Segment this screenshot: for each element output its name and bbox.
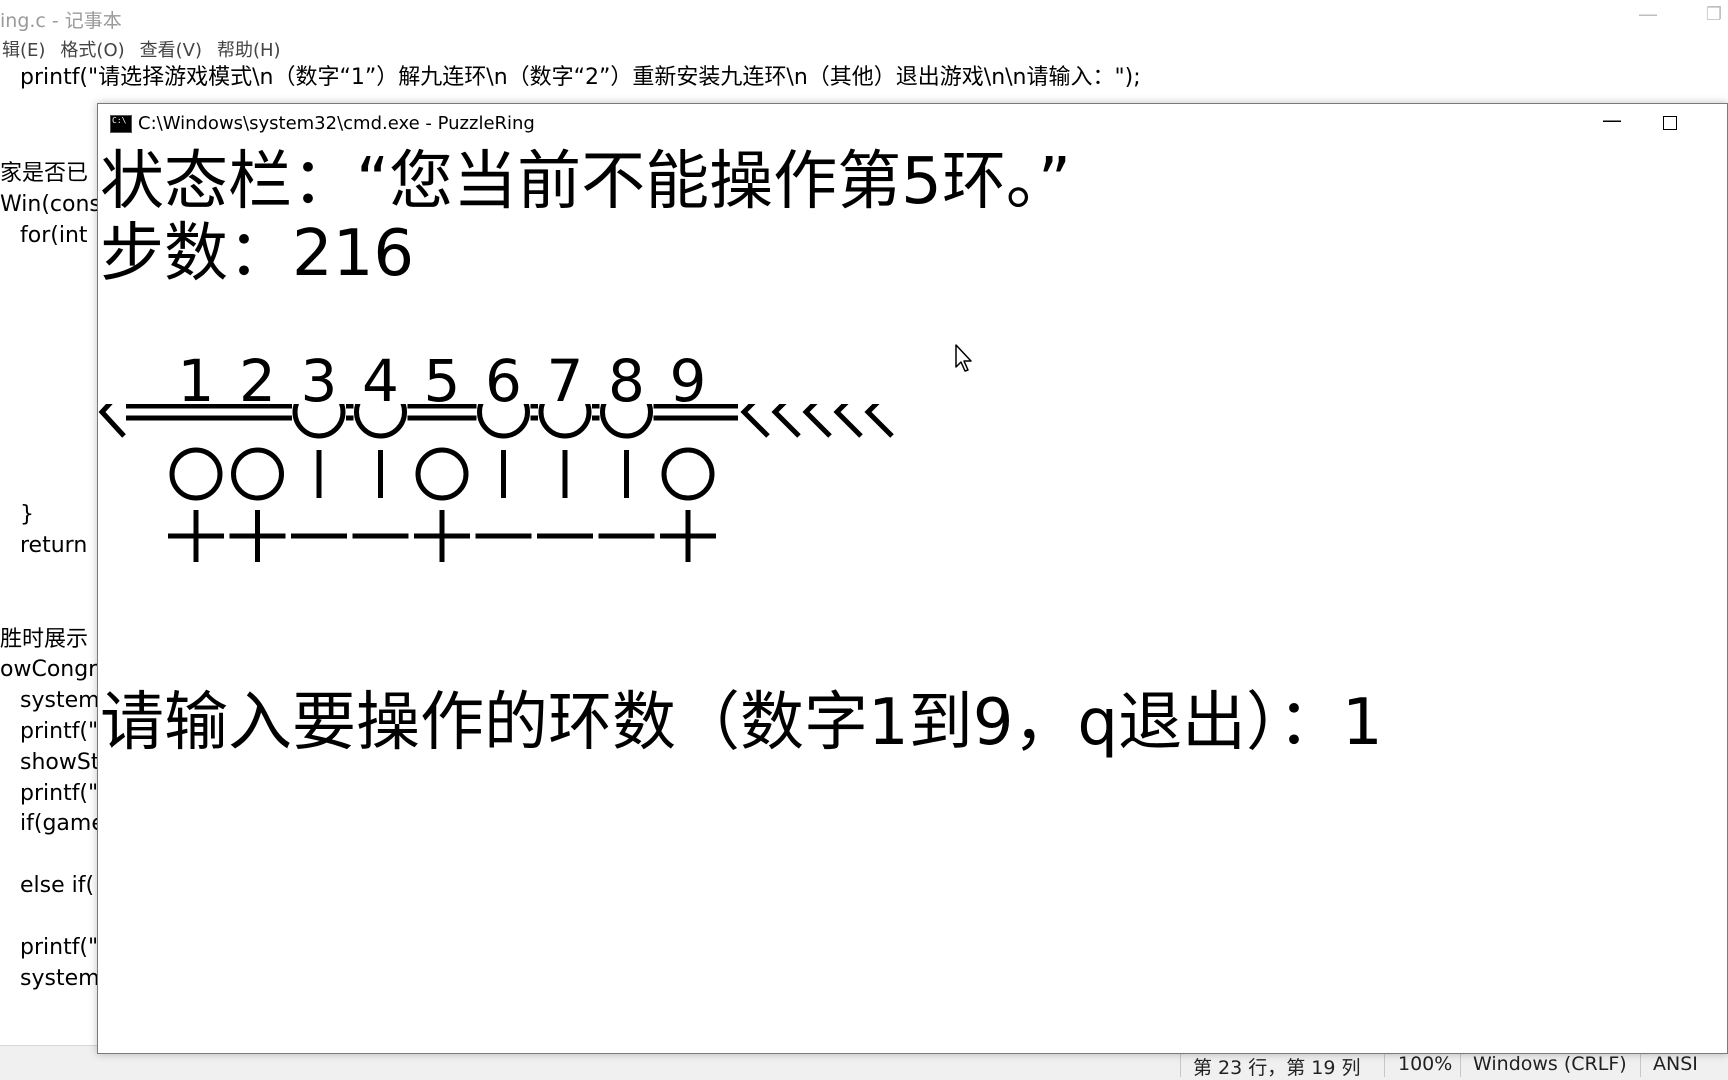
code-line: if(game xyxy=(20,811,105,836)
code-line: printf(" xyxy=(20,719,99,744)
code-line: 胜时展示 xyxy=(0,627,89,652)
ring-off-bar xyxy=(169,447,223,501)
code-line: system xyxy=(20,688,100,713)
line-ending: Windows (CRLF) xyxy=(1473,1053,1627,1075)
left-chevron-icon xyxy=(98,404,126,438)
menu-format[interactable]: 格式(O) xyxy=(60,36,124,62)
ring-on-bar xyxy=(538,404,592,439)
cmd-title: C:\Windows\system32\cmd.exe - PuzzleRing xyxy=(138,113,535,134)
statusbar-divider xyxy=(1384,1050,1385,1077)
cursor-position: 第 23 行，第 19 列 xyxy=(1193,1057,1361,1079)
statusbar-divider xyxy=(1460,1050,1461,1077)
encoding: ANSI xyxy=(1653,1053,1698,1075)
ring-off-bar xyxy=(661,447,715,501)
input-prompt[interactable]: 请输入要操作的环数（数字1到9，q退出）：1 xyxy=(100,685,1383,761)
code-line: 家是否已 xyxy=(0,161,89,186)
left-chevrons-icon xyxy=(833,404,863,438)
ring-on-bar xyxy=(600,404,653,439)
code-line: return xyxy=(20,533,88,558)
puzzle-ring-diagram xyxy=(98,404,894,562)
notepad-minimize-button[interactable]: — xyxy=(1634,2,1662,32)
code-line: system xyxy=(20,966,100,991)
left-chevrons-icon xyxy=(740,404,770,438)
menu-view[interactable]: 查看(V) xyxy=(140,36,202,62)
status-line: 状态栏：“您当前不能操作第5环。” xyxy=(100,145,1072,219)
cmd-icon: C:\ xyxy=(110,115,132,133)
statusbar-divider xyxy=(1180,1050,1181,1077)
ring-on-bar xyxy=(477,404,530,439)
code-line: for(int xyxy=(20,223,88,248)
left-chevrons-icon xyxy=(864,404,894,438)
ring-off-bar xyxy=(231,447,284,501)
left-chevrons-icon xyxy=(802,404,832,438)
mouse-pointer-icon xyxy=(955,344,972,372)
notepad-title: ing.c - 记事本 xyxy=(0,10,122,32)
menu-edit[interactable]: 辑(E) xyxy=(2,36,45,62)
code-line: printf("请选择游戏模式\n（数字“1”）解九连环\n（数字“2”）重新安… xyxy=(20,65,1141,90)
menu-help[interactable]: 帮助(H) xyxy=(217,36,281,62)
cmd-maximize-button[interactable] xyxy=(1663,116,1677,130)
code-line: printf(" xyxy=(20,935,99,960)
cmd-window[interactable]: C:\ C:\Windows\system32\cmd.exe - Puzzle… xyxy=(97,103,1728,1054)
code-line: Win(cons xyxy=(0,192,101,217)
notepad-menubar: 辑(E) 格式(O) 查看(V) 帮助(H) xyxy=(0,36,296,62)
code-line: printf(" xyxy=(20,781,99,806)
cmd-minimize-button[interactable]: — xyxy=(1596,108,1628,138)
ring-off-bar xyxy=(415,447,469,501)
code-line: owCongra xyxy=(0,657,111,682)
notepad-maximize-button[interactable]: ❐ xyxy=(1700,4,1728,34)
ring-on-bar xyxy=(292,404,346,439)
code-line: else if( xyxy=(20,873,95,898)
ring-on-bar xyxy=(354,404,407,439)
cmd-titlebar[interactable]: C:\ C:\Windows\system32\cmd.exe - Puzzle… xyxy=(98,104,1727,144)
statusbar-divider xyxy=(1640,1050,1641,1077)
code-line: showSt xyxy=(20,750,100,775)
left-chevrons-icon xyxy=(771,404,801,438)
zoom-level: 100% xyxy=(1398,1053,1453,1075)
notepad-titlebar[interactable]: ing.c - 记事本 — ❐ xyxy=(0,0,1728,36)
steps-line: 步数：216 xyxy=(100,217,415,291)
code-line: } xyxy=(20,502,34,527)
